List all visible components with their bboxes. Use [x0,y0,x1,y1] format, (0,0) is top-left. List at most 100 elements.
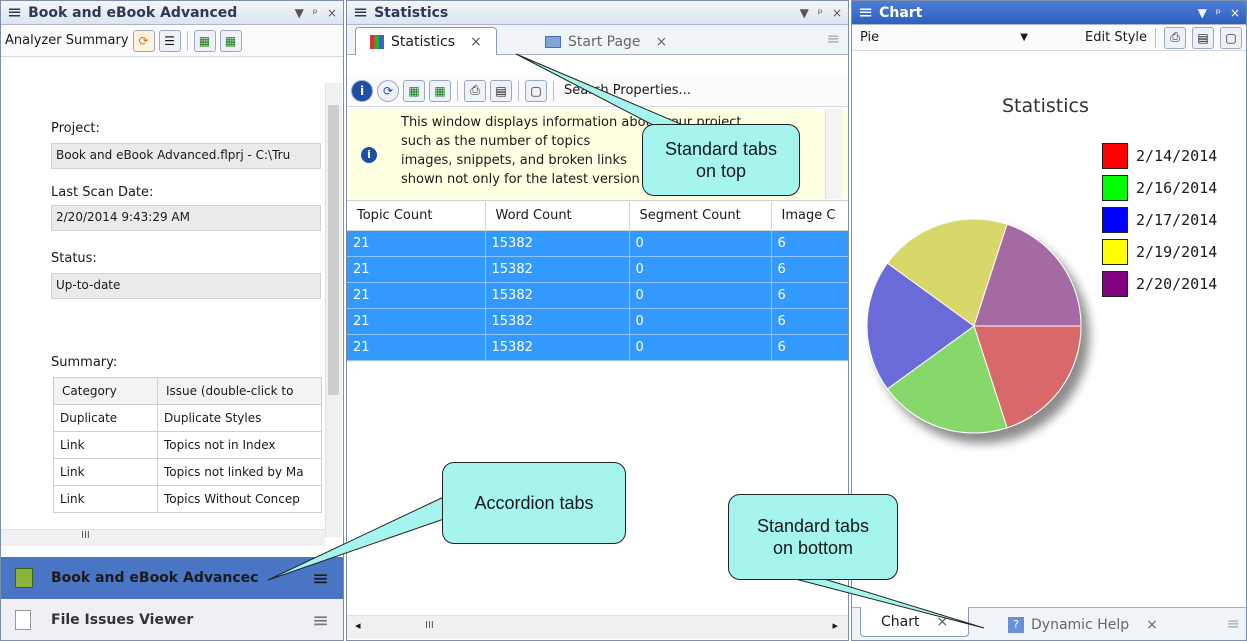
table-cell: Link [53,485,158,513]
status-field: Up-to-date [51,273,321,299]
table-cell: 0 [629,230,772,257]
statistics-horizontal-scrollbar[interactable]: ◂ III ▸ [347,615,848,639]
search-properties-button[interactable]: Search Properties... [560,83,695,98]
properties-icon[interactable]: ☰ [158,29,181,52]
edit-style-button[interactable]: Edit Style [1085,30,1147,45]
panel-dropdown-icon[interactable]: ▼ [295,6,304,20]
accordion-tab-file-issues[interactable]: File Issues Viewer ≡ [1,599,343,640]
scroll-right-icon[interactable]: ▸ [832,619,838,632]
panel-pin-icon[interactable]: ᵖ [818,6,823,20]
legend-label: 2/20/2014 [1136,275,1218,293]
accordion-menu-icon[interactable]: ≡ [312,566,329,590]
statistics-panel-title-bar: ≡ Statistics ▼ ᵖ × [347,1,848,25]
analyzer-horizontal-scrollbar[interactable]: III [1,529,325,546]
panel-dropdown-icon[interactable]: ▼ [800,6,809,20]
export-all-icon[interactable]: ▦ [429,79,451,102]
chart-type-select[interactable]: Pie ▼ [856,30,1032,45]
panel-pin-icon[interactable]: ᵖ [1216,6,1221,20]
scan-icon[interactable]: ⟳ [132,29,155,52]
scroll-left-icon[interactable]: ◂ [355,619,361,632]
scroll-thumb-grip[interactable]: III [81,530,90,541]
table-row[interactable]: 21 15382 0 6 [347,282,848,309]
callout-accordion-tabs: Accordion tabs [442,462,626,544]
panel-dropdown-icon[interactable]: ▼ [1198,6,1207,20]
summary-column-header[interactable]: Category [53,377,158,405]
table-row[interactable]: 21 15382 0 6 [347,308,848,335]
table-row[interactable]: Link Topics not linked by Ma [53,458,322,486]
info-icon[interactable]: i [351,79,373,102]
accordion-tab-book[interactable]: Book and eBook Advancec ≡ [1,557,343,599]
tab-close-icon[interactable]: × [936,614,948,630]
toolbar-separator [1155,27,1156,48]
tab-close-icon[interactable]: × [656,34,668,50]
panel-grip-icon: ≡ [7,2,23,23]
analyzer-panel-title: Book and eBook Advanced [28,4,238,21]
print-preview-icon[interactable]: ▤ [1192,26,1214,49]
table-row[interactable]: 21 15382 0 6 [347,256,848,283]
table-cell: Topics Without Concep [157,485,322,513]
chart-area: Statistics 2/14/2014 2/16/2014 2/17/2014… [852,53,1246,613]
table-cell: Duplicate Styles [157,404,322,432]
analyzer-toolbar: Analyzer Summary ⟳ ☰ ▦ ▦ [1,25,343,57]
tab-start-page[interactable]: Start Page × [531,29,681,55]
column-header[interactable]: Topic Count [347,202,486,231]
table-row[interactable]: Link Topics not in Index [53,431,322,459]
table-cell: 15382 [485,256,630,283]
statistics-icon [370,34,384,49]
panel-close-icon[interactable]: × [327,6,337,20]
panel-close-icon[interactable]: × [832,6,842,20]
analyzer-vertical-scrollbar[interactable] [325,83,342,537]
toolbar-separator [518,80,519,101]
column-header[interactable]: Word Count [485,202,630,231]
export-all-icon[interactable]: ▦ [219,29,242,52]
chart-panel-title-bar: ≡ Chart ▼ ᵖ × [852,1,1246,25]
tab-dynamic-help[interactable]: ? Dynamic Help × [1002,612,1164,638]
table-row[interactable]: Duplicate Duplicate Styles [53,404,322,432]
table-cell: 15382 [485,334,630,361]
legend-swatch [1102,239,1128,265]
tab-list-icon[interactable]: ≡ [827,29,840,48]
panel-grip-icon: ≡ [353,2,369,23]
tab-statistics[interactable]: Statistics × [355,27,497,55]
accordion-menu-icon[interactable]: ≡ [312,608,329,632]
summary-column-header[interactable]: Issue (double-click to [157,377,322,405]
column-header[interactable]: Segment Count [629,202,772,231]
panel-grip-icon: ≡ [858,2,874,23]
print-icon[interactable]: ⎙ [464,79,486,102]
tab-close-icon[interactable]: × [1146,617,1158,633]
scroll-thumb-grip[interactable]: III [425,620,434,631]
panel-pin-icon[interactable]: ᵖ [313,6,318,20]
panel-close-icon[interactable]: × [1230,6,1240,20]
chart-toolbar-actions: Edit Style ⎙ ▤ ▢ [1085,26,1242,49]
page-icon[interactable]: ▢ [1220,26,1242,49]
refresh-icon[interactable]: ⟳ [377,79,399,102]
export-excel-icon[interactable]: ▦ [193,29,216,52]
tab-close-icon[interactable]: × [470,34,482,50]
scroll-thumb[interactable] [328,105,339,395]
table-row[interactable]: 21 15382 0 6 [347,334,848,361]
legend-swatch [1102,175,1128,201]
print-icon[interactable]: ⎙ [1164,26,1186,49]
analyzer-summary-label: Analyzer Summary [5,33,129,48]
table-cell: Topics not linked by Ma [157,458,322,486]
table-cell: 6 [771,282,848,309]
status-label: Status: [51,251,97,266]
tab-strip: Statistics × Start Page × ≡ [347,25,848,55]
book-icon [15,568,33,588]
tab-list-icon[interactable]: ≡ [1227,614,1240,633]
print-preview-icon[interactable]: ▤ [490,79,512,102]
column-header[interactable]: Image C [771,202,848,231]
tab-chart[interactable]: Chart × [860,607,970,637]
table-cell: 0 [629,334,772,361]
table-row[interactable]: 21 15382 0 6 [347,230,848,257]
tab-label: Dynamic Help [1031,617,1130,633]
project-label: Project: [51,121,100,136]
info-banner-scrollbar[interactable] [825,109,842,199]
legend-swatch [1102,207,1128,233]
statistics-header-row: Topic Count Word Count Segment Count Ima… [347,202,848,231]
table-row[interactable]: Link Topics Without Concep [53,485,322,513]
page-setup-icon[interactable]: ▢ [525,79,547,102]
statistics-panel-title: Statistics [374,4,449,21]
export-excel-icon[interactable]: ▦ [403,79,425,102]
accordion-tab-label: Book and eBook Advancec [51,570,259,586]
